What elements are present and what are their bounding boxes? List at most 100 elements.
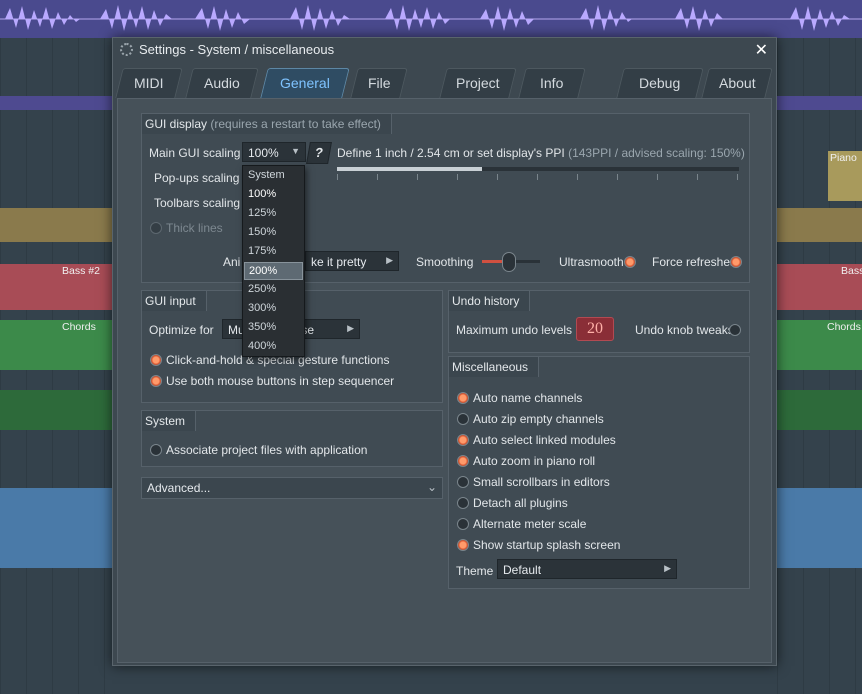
settings-content: GUI display (requires a restart to take … bbox=[117, 98, 772, 663]
system-title: System bbox=[142, 411, 197, 431]
gui-display-title-note: (requires a restart to take effect) bbox=[210, 117, 381, 131]
animations-dropdown[interactable]: ke it pretty ▶ bbox=[305, 251, 399, 271]
scaling-option-200[interactable]: 200% bbox=[244, 262, 303, 280]
chevron-right-icon: ▶ bbox=[386, 255, 393, 265]
misc-radio-5[interactable] bbox=[457, 497, 469, 509]
clip-right-4 bbox=[777, 488, 862, 568]
gui-display-panel: GUI display (requires a restart to take … bbox=[141, 113, 750, 283]
associate-label: Associate project files with application bbox=[166, 443, 368, 457]
clip-chords-label: Chords bbox=[62, 321, 96, 333]
main-scaling-value: 100% bbox=[248, 146, 279, 160]
max-undo-label: Maximum undo levels bbox=[456, 323, 573, 337]
gui-display-title: GUI display (requires a restart to take … bbox=[142, 114, 392, 134]
clip-chords-right: Chords bbox=[777, 320, 862, 370]
animations-label: Ani bbox=[223, 255, 241, 269]
misc-radio-1[interactable] bbox=[457, 413, 469, 425]
tab-file-label: File bbox=[367, 75, 391, 91]
optimize-label: Optimize for bbox=[149, 323, 214, 337]
smoothing-knob[interactable] bbox=[502, 252, 516, 272]
tab-audio[interactable]: Audio bbox=[185, 68, 259, 98]
chevron-down-icon: ⌄ bbox=[426, 480, 437, 494]
ppi-slider-fill bbox=[337, 167, 482, 171]
scaling-option-150[interactable]: 150% bbox=[244, 224, 303, 242]
tab-file[interactable]: File bbox=[350, 68, 408, 98]
thick-lines-label: Thick lines bbox=[166, 221, 223, 235]
thick-lines-radio[interactable] bbox=[150, 222, 162, 234]
force-refreshes-label: Force refreshes bbox=[652, 255, 737, 269]
misc-radio-2[interactable] bbox=[457, 434, 469, 446]
tab-about[interactable]: About bbox=[701, 68, 773, 98]
theme-dropdown[interactable]: Default ▶ bbox=[497, 559, 677, 579]
help-icon: ? bbox=[313, 145, 325, 160]
ppi-note: (143PPI / advised scaling: 150%) bbox=[568, 146, 745, 160]
main-scaling-dropdown[interactable]: 100% ▼ bbox=[242, 142, 306, 162]
tab-general-label: General bbox=[280, 75, 330, 91]
tab-project-label: Project bbox=[456, 75, 500, 91]
scaling-option-100[interactable]: 100% bbox=[244, 186, 303, 204]
main-scaling-label: Main GUI scaling bbox=[149, 146, 241, 160]
clip-chords-right-label: Chords bbox=[827, 321, 861, 333]
waveform-graphic bbox=[0, 5, 862, 31]
tab-debug[interactable]: Debug bbox=[616, 68, 704, 98]
tab-project[interactable]: Project bbox=[439, 68, 517, 98]
scaling-option-175[interactable]: 175% bbox=[244, 243, 303, 261]
ppi-text: Define 1 inch / 2.54 cm or set display's… bbox=[337, 146, 745, 160]
clip-left-3 bbox=[0, 390, 112, 430]
misc-radio-6[interactable] bbox=[457, 518, 469, 530]
undo-history-title: Undo history bbox=[449, 291, 531, 311]
ultrasmooth-radio[interactable] bbox=[624, 256, 636, 268]
misc-label-7: Show startup splash screen bbox=[473, 538, 621, 552]
clip-left-2 bbox=[0, 208, 112, 242]
misc-radio-3[interactable] bbox=[457, 455, 469, 467]
smoothing-label: Smoothing bbox=[416, 255, 474, 269]
clip-left-4 bbox=[0, 488, 112, 568]
advanced-expander[interactable]: Advanced... ⌄ bbox=[141, 477, 443, 499]
scaling-option-350[interactable]: 350% bbox=[244, 319, 303, 337]
misc-radio-0[interactable] bbox=[457, 392, 469, 404]
ppi-slider[interactable] bbox=[337, 167, 739, 171]
scaling-menu[interactable]: System 100% 125% 150% 175% 200% 250% 300… bbox=[242, 165, 305, 357]
clip-bass-label: Bass #2 bbox=[62, 265, 100, 277]
force-refreshes-radio[interactable] bbox=[730, 256, 742, 268]
help-button[interactable]: ? bbox=[306, 142, 332, 164]
scaling-option-250[interactable]: 250% bbox=[244, 281, 303, 299]
title-bar[interactable]: Settings - System / miscellaneous ✕ bbox=[113, 38, 776, 62]
max-undo-value[interactable]: 20 bbox=[576, 317, 614, 341]
misc-label-3: Auto zoom in piano roll bbox=[473, 454, 596, 468]
tab-midi-label: MIDI bbox=[134, 75, 164, 91]
scaling-option-system[interactable]: System bbox=[244, 167, 303, 185]
tab-general[interactable]: General bbox=[260, 68, 350, 98]
toolbars-scaling-label: Toolbars scaling bbox=[154, 196, 241, 210]
scaling-option-400[interactable]: 400% bbox=[244, 338, 303, 356]
misc-label-0: Auto name channels bbox=[473, 391, 583, 405]
both-buttons-radio[interactable] bbox=[150, 375, 162, 387]
click-hold-radio[interactable] bbox=[150, 354, 162, 366]
scaling-option-125[interactable]: 125% bbox=[244, 205, 303, 223]
tab-info[interactable]: Info bbox=[518, 68, 586, 98]
misc-radio-4[interactable] bbox=[457, 476, 469, 488]
misc-radio-7[interactable] bbox=[457, 539, 469, 551]
scaling-option-300[interactable]: 300% bbox=[244, 300, 303, 318]
gui-input-title: GUI input bbox=[142, 291, 207, 311]
theme-value: Default bbox=[503, 563, 542, 577]
clip-right-3 bbox=[777, 390, 862, 430]
clip-right-2 bbox=[777, 208, 862, 242]
gui-display-title-text: GUI display bbox=[145, 117, 208, 131]
misc-label-6: Alternate meter scale bbox=[473, 517, 587, 531]
gear-icon bbox=[120, 43, 133, 56]
system-panel: System Associate project files with appl… bbox=[141, 410, 443, 467]
associate-radio[interactable] bbox=[150, 444, 162, 456]
audio-waveform-strip bbox=[0, 0, 862, 38]
chevron-down-icon: ▼ bbox=[291, 146, 300, 156]
ppi-ruler-ticks bbox=[337, 174, 739, 180]
window-title: Settings - System / miscellaneous bbox=[139, 42, 335, 57]
clip-piano: Piano bbox=[828, 151, 862, 201]
close-button[interactable]: ✕ bbox=[755, 40, 768, 60]
clip-bass: Bass #2 bbox=[0, 264, 112, 310]
clip-piano-label: Piano bbox=[830, 152, 857, 164]
misc-label-4: Small scrollbars in editors bbox=[473, 475, 610, 489]
clip-chords: Chords bbox=[0, 320, 112, 370]
tab-midi[interactable]: MIDI bbox=[115, 68, 183, 98]
undo-knob-radio[interactable] bbox=[729, 324, 741, 336]
animations-value: ke it pretty bbox=[311, 255, 367, 269]
